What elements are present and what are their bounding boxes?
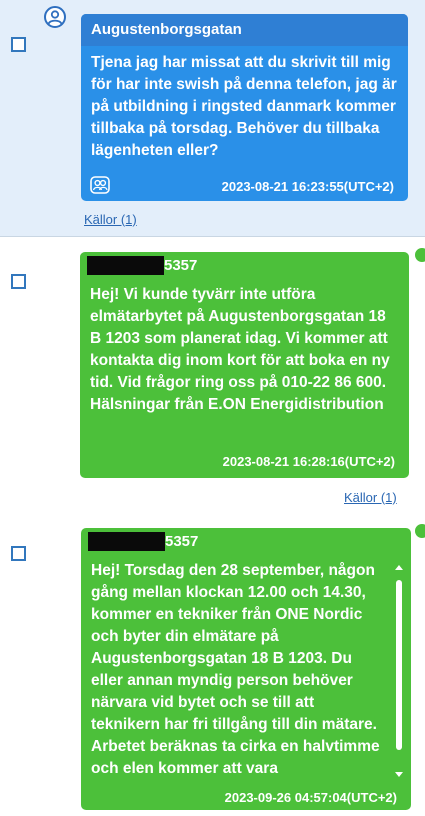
scroll-down-arrow-icon[interactable]	[393, 770, 405, 780]
redacted-block	[88, 532, 165, 551]
status-indicator	[413, 246, 425, 264]
message-text: Hej! Torsdag den 28 september, någon gån…	[91, 562, 380, 777]
contacts-icon	[90, 176, 110, 199]
message-bubble: Augustenborgsgatan Tjena jag har missat …	[81, 14, 408, 201]
sources-link[interactable]: Källor (1)	[84, 212, 137, 227]
message-timestamp: 2023-08-21 16:23:55(UTC+2)	[221, 179, 394, 194]
select-checkbox[interactable]	[11, 546, 26, 561]
scrollbar-thumb[interactable]	[396, 580, 402, 750]
select-checkbox[interactable]	[11, 37, 26, 52]
message-row: 5357 Hej! Vi kunde tyvärr inte utföra el…	[0, 244, 425, 520]
message-timestamp: 2023-08-21 16:28:16(UTC+2)	[222, 454, 395, 469]
redacted-block	[87, 256, 164, 275]
sender-name: Augustenborgsgatan	[81, 14, 408, 46]
status-indicator	[413, 522, 425, 540]
message-text: Hej! Vi kunde tyvärr inte utföra elmätar…	[90, 286, 390, 413]
message-row: Augustenborgsgatan Tjena jag har missat …	[0, 0, 425, 237]
message-bubble: 5357 Hej! Torsdag den 28 september, någo…	[81, 528, 411, 810]
contact-avatar-icon	[44, 6, 66, 28]
sources-link[interactable]: Källor (1)	[344, 490, 397, 505]
sender-name: 5357	[165, 533, 199, 550]
sender-name: 5357	[164, 257, 198, 274]
message-bubble: 5357 Hej! Vi kunde tyvärr inte utföra el…	[80, 252, 409, 478]
message-scrollbar[interactable]	[393, 562, 405, 780]
scroll-up-arrow-icon[interactable]	[393, 562, 405, 572]
message-timestamp: 2023-09-26 04:57:04(UTC+2)	[224, 790, 397, 805]
select-checkbox[interactable]	[11, 274, 26, 289]
message-row: 5357 Hej! Torsdag den 28 september, någo…	[0, 522, 425, 816]
message-text: Tjena jag har missat att du skrivit till…	[91, 54, 397, 159]
